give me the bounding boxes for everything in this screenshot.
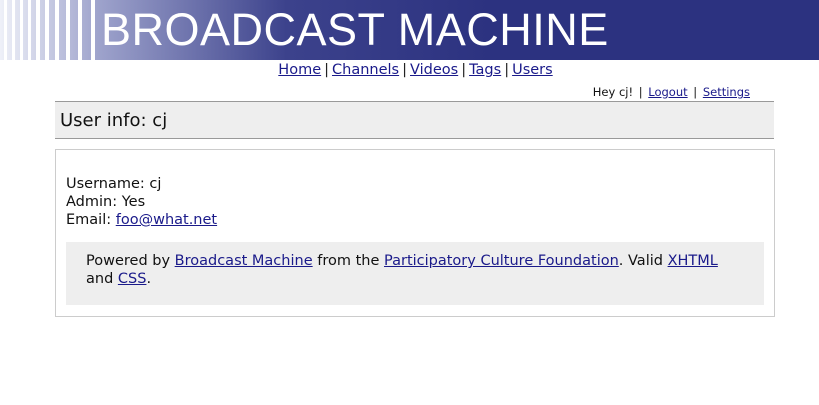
banner-stripe — [28, 0, 31, 60]
userbar-separator: | — [693, 85, 698, 99]
main-nav: Home | Channels | Videos | Tags | Users — [0, 61, 819, 79]
userbar-separator: | — [638, 85, 643, 99]
admin-value: Yes — [121, 194, 146, 210]
footer-and: and — [86, 271, 114, 287]
page-title-bar: User info: cj — [55, 101, 774, 139]
nav-separator: | — [324, 62, 330, 78]
banner-stripe — [91, 0, 95, 60]
banner-stripe — [45, 0, 49, 60]
banner-stripe — [4, 0, 7, 60]
nav-link-channels[interactable]: Channels — [332, 62, 399, 78]
user-greeting: Hey cj! — [592, 85, 634, 99]
footer-powered-by: Powered by — [86, 253, 171, 269]
pcf-link[interactable]: Participatory Culture Foundation — [384, 253, 619, 269]
banner-stripe — [55, 0, 59, 60]
footer-panel: Powered by Broadcast Machine from the Pa… — [66, 242, 764, 305]
banner-stripe — [12, 0, 15, 60]
footer-valid: . Valid — [618, 253, 663, 269]
banner-stripe — [20, 0, 23, 60]
footer-text: Powered by Broadcast Machine from the Pa… — [86, 252, 746, 288]
footer-period: . — [146, 271, 152, 287]
user-details: Username: cj Admin: Yes Email: foo@what.… — [66, 175, 217, 229]
nav-link-videos[interactable]: Videos — [410, 62, 458, 78]
banner-stripe — [66, 0, 70, 60]
broadcast-machine-link[interactable]: Broadcast Machine — [175, 253, 313, 269]
banner-stripe — [36, 0, 40, 60]
admin-label: Admin: — [66, 194, 118, 210]
nav-separator: | — [461, 62, 467, 78]
banner-stripe — [78, 0, 82, 60]
nav-link-users[interactable]: Users — [512, 62, 553, 78]
nav-separator: | — [504, 62, 510, 78]
site-logo[interactable]: BROADCAST MACHINE — [101, 4, 609, 56]
username-value: cj — [149, 176, 162, 192]
user-bar: Hey cj! | Logout | Settings — [593, 85, 750, 99]
email-link[interactable]: foo@what.net — [116, 212, 217, 228]
css-link[interactable]: CSS — [118, 271, 147, 287]
site-banner: BROADCAST MACHINE — [0, 0, 819, 60]
xhtml-link[interactable]: XHTML — [668, 253, 718, 269]
settings-link[interactable]: Settings — [703, 85, 750, 99]
username-row: Username: cj — [66, 175, 217, 193]
nav-link-tags[interactable]: Tags — [469, 62, 501, 78]
page-title: User info: cj — [60, 110, 168, 131]
username-label: Username: — [66, 176, 145, 192]
logout-link[interactable]: Logout — [648, 85, 687, 99]
nav-link-home[interactable]: Home — [278, 62, 321, 78]
user-info-panel: Username: cj Admin: Yes Email: foo@what.… — [55, 149, 775, 317]
email-row: Email: foo@what.net — [66, 211, 217, 229]
admin-row: Admin: Yes — [66, 193, 217, 211]
nav-separator: | — [402, 62, 407, 78]
email-label: Email: — [66, 212, 112, 228]
footer-from-the: from the — [317, 253, 380, 269]
